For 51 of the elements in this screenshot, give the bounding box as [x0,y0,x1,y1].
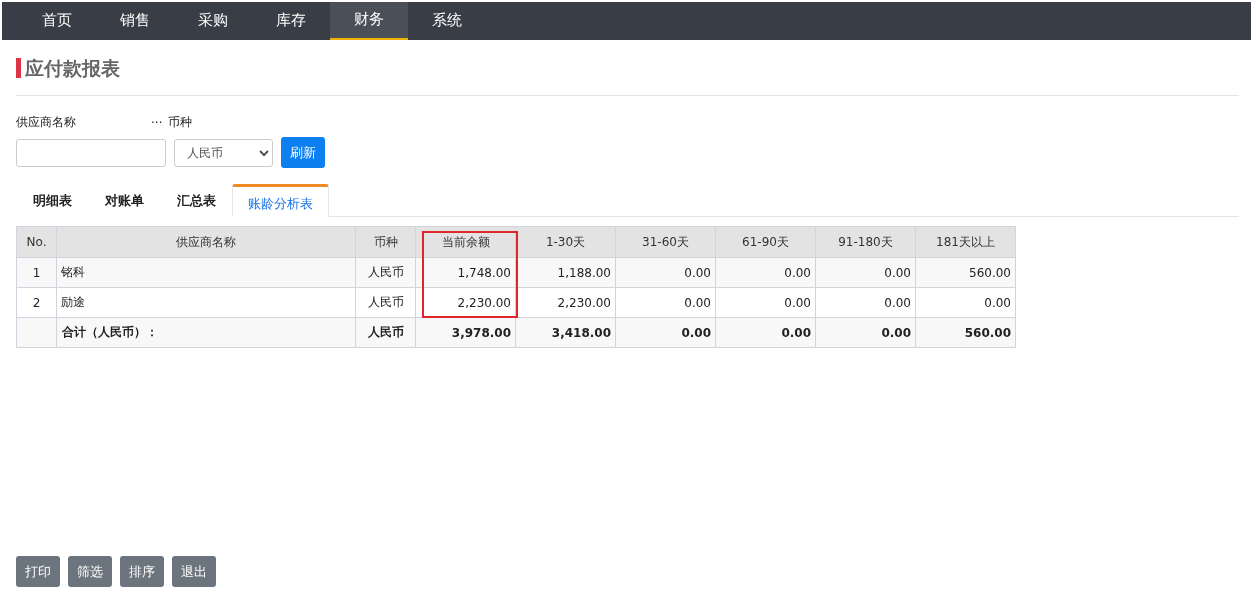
table-cell: 2,230.00 [515,287,616,318]
field-label: 供应商名称 [16,114,77,131]
total-cell: 3,418.00 [515,317,616,348]
table-cell: 0.00 [715,287,816,318]
currency-select[interactable]: 人民币 [174,138,273,167]
column-header: 91-180天 [815,226,916,258]
nav-tab[interactable]: 首页 [18,2,96,40]
table-cell: 人民币 [355,257,416,288]
nav-tab[interactable]: 财务 [330,2,408,40]
table-cell: 0.00 [715,257,816,288]
column-header: No. [16,226,57,258]
field-label: 币种 [168,114,193,131]
action-button[interactable]: 排序 [120,556,164,587]
action-button[interactable]: 退出 [172,556,216,587]
nav-tab[interactable]: 库存 [252,2,330,40]
total-cell: 0.00 [615,317,716,348]
table-cell: 1,748.00 [415,257,516,288]
table-cell: 1 [16,257,57,288]
supplier-field[interactable] [16,138,166,167]
total-cell: 560.00 [915,317,1016,348]
table-cell: 2 [16,287,57,318]
table-cell: 励途 [56,287,356,318]
table-cell: 人民币 [355,287,416,318]
column-header: 181天以上 [915,226,1016,258]
table-cell: 0.00 [615,287,716,318]
table-cell: 0.00 [615,257,716,288]
total-cell: 3,978.00 [415,317,516,348]
table-cell: 1,188.00 [515,257,616,288]
total-cell: 0.00 [815,317,916,348]
column-header: 31-60天 [615,226,716,258]
nav-tab[interactable]: 系统 [408,2,486,40]
action-button[interactable]: 打印 [16,556,60,587]
total-cell: 0.00 [715,317,816,348]
page-title: 应付款报表 [16,58,120,78]
refresh-button[interactable]: 刷新 [281,137,325,168]
more-button[interactable]: ··· [151,115,163,130]
column-header: 1-30天 [515,226,616,258]
column-header: 币种 [355,226,416,258]
table-cell: 铭科 [56,257,356,288]
table-cell: 0.00 [815,287,916,318]
action-button[interactable]: 筛选 [68,556,112,587]
table-cell: 560.00 [915,257,1016,288]
nav-tab[interactable]: 采购 [174,2,252,40]
table-cell: 0.00 [815,257,916,288]
column-header: 61-90天 [715,226,816,258]
total-cell: 人民币 [355,317,416,348]
total-cell: 合计（人民币）： [56,317,356,348]
nav-tab[interactable]: 销售 [96,2,174,40]
table-cell: 0.00 [915,287,1016,318]
report-tab[interactable]: 账龄分析表 [232,184,329,217]
column-header: 供应商名称 [56,226,356,258]
